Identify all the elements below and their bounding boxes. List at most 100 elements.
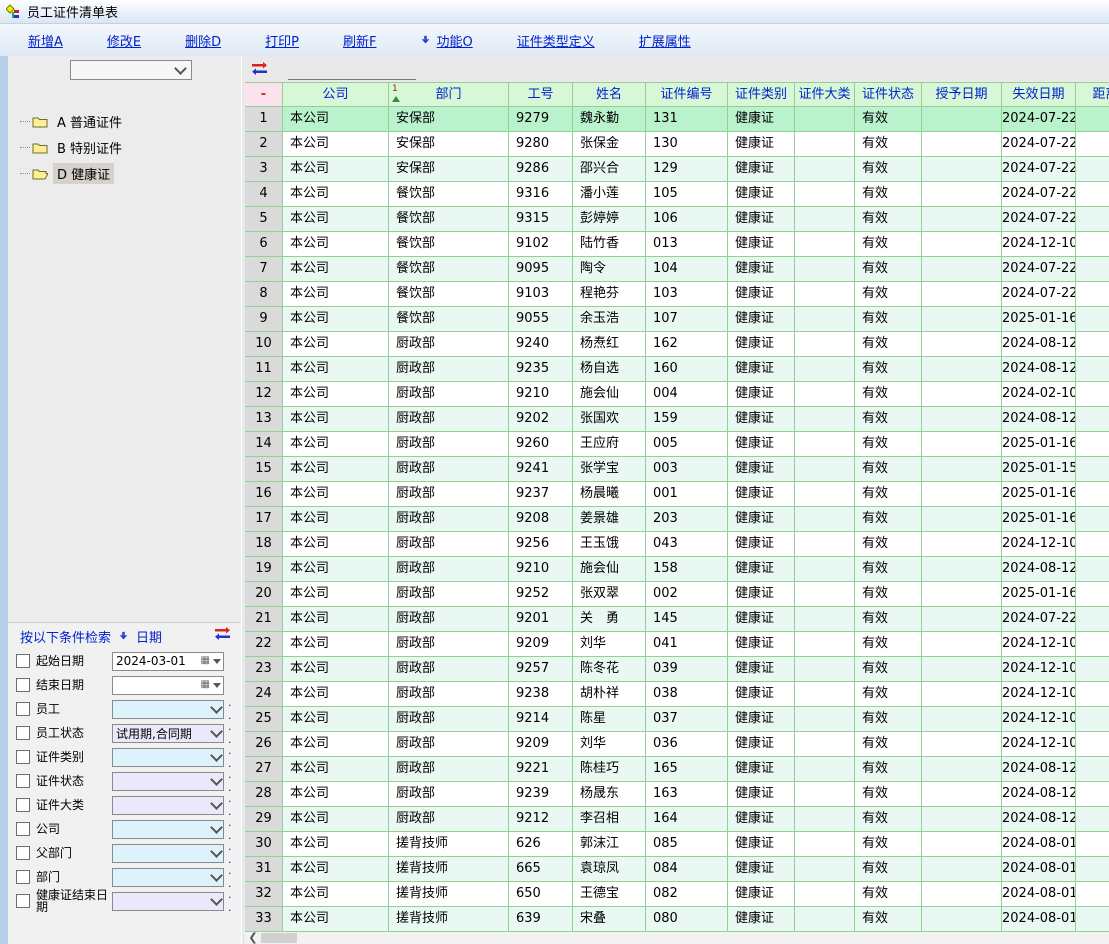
table-cell[interactable]: 餐饮部 xyxy=(389,232,509,257)
table-cell[interactable]: 2024-08-12 xyxy=(1002,357,1076,382)
table-cell[interactable] xyxy=(922,507,1002,532)
table-cell[interactable]: 健康证 xyxy=(728,157,795,182)
table-cell[interactable]: 103 xyxy=(646,282,728,307)
toolbar-button-refresh[interactable]: 刷新F xyxy=(343,31,376,50)
table-cell[interactable]: 厨政部 xyxy=(389,457,509,482)
table-cell[interactable]: 健康证 xyxy=(728,207,795,232)
table-cell[interactable]: 健康证 xyxy=(728,557,795,582)
table-cell[interactable] xyxy=(1076,157,1109,182)
column-header-证件类别[interactable]: 证件类别 xyxy=(728,82,795,107)
table-cell[interactable]: 9260 xyxy=(509,432,573,457)
tree-item-A 普通证件[interactable]: A 普通证件 xyxy=(8,108,241,134)
table-cell[interactable]: 健康证 xyxy=(728,132,795,157)
table-row[interactable]: 7本公司餐饮部9095陶令104健康证有效2024-07-22 xyxy=(245,257,1109,282)
row-number-cell[interactable]: 3 xyxy=(245,157,283,182)
table-cell[interactable]: 002 xyxy=(646,582,728,607)
column-header-工号[interactable]: 工号 xyxy=(509,82,573,107)
table-cell[interactable]: 2024-12-10 xyxy=(1002,632,1076,657)
table-cell[interactable]: 2024-08-01 xyxy=(1002,882,1076,907)
table-cell[interactable]: 健康证 xyxy=(728,457,795,482)
table-cell[interactable]: 本公司 xyxy=(283,232,389,257)
combobox-证件大类[interactable] xyxy=(112,796,224,815)
table-row[interactable]: 25本公司厨政部9214陈星037健康证有效2024-12-10 xyxy=(245,707,1109,732)
table-cell[interactable]: 2025-01-15 xyxy=(1002,457,1076,482)
date-input-起始日期[interactable]: 2024-03-01▦ xyxy=(112,652,224,671)
table-cell[interactable]: 2024-07-22 xyxy=(1002,607,1076,632)
table-cell[interactable]: 厨政部 xyxy=(389,407,509,432)
browse-dots-button[interactable]: . . xyxy=(228,744,241,770)
table-cell[interactable]: 健康证 xyxy=(728,907,795,932)
row-number-cell[interactable]: 17 xyxy=(245,507,283,532)
table-cell[interactable] xyxy=(795,507,855,532)
table-row[interactable]: 10本公司厨政部9240杨焘红162健康证有效2024-08-12 xyxy=(245,332,1109,357)
table-cell[interactable]: 本公司 xyxy=(283,457,389,482)
table-cell[interactable]: 9209 xyxy=(509,632,573,657)
table-cell[interactable]: 张国欢 xyxy=(573,407,646,432)
table-cell[interactable]: 有效 xyxy=(855,657,922,682)
table-cell[interactable]: 张双翠 xyxy=(573,582,646,607)
table-cell[interactable]: 9279 xyxy=(509,107,573,132)
table-cell[interactable]: 2025-01-16 xyxy=(1002,307,1076,332)
row-number-cell[interactable]: 32 xyxy=(245,882,283,907)
table-cell[interactable]: 本公司 xyxy=(283,582,389,607)
table-cell[interactable]: 本公司 xyxy=(283,482,389,507)
table-cell[interactable]: 有效 xyxy=(855,257,922,282)
table-cell[interactable]: 厨政部 xyxy=(389,607,509,632)
table-cell[interactable] xyxy=(1076,882,1109,907)
table-cell[interactable]: 2024-07-22 xyxy=(1002,207,1076,232)
table-cell[interactable] xyxy=(795,807,855,832)
table-cell[interactable]: 2024-12-10 xyxy=(1002,532,1076,557)
table-cell[interactable] xyxy=(795,157,855,182)
table-cell[interactable]: 本公司 xyxy=(283,132,389,157)
table-cell[interactable]: 健康证 xyxy=(728,807,795,832)
table-cell[interactable]: 安保部 xyxy=(389,132,509,157)
table-cell[interactable]: 本公司 xyxy=(283,632,389,657)
row-number-cell[interactable]: 14 xyxy=(245,432,283,457)
table-cell[interactable]: 健康证 xyxy=(728,607,795,632)
table-cell[interactable]: 有效 xyxy=(855,682,922,707)
table-cell[interactable]: 搓背技师 xyxy=(389,907,509,932)
horizontal-scrollbar[interactable]: ❮ xyxy=(245,932,1109,944)
table-cell[interactable]: 邵兴合 xyxy=(573,157,646,182)
table-cell[interactable]: 施会仙 xyxy=(573,382,646,407)
table-cell[interactable]: 129 xyxy=(646,157,728,182)
date-input-结束日期[interactable]: ▦ xyxy=(112,676,224,695)
table-cell[interactable] xyxy=(1076,507,1109,532)
table-cell[interactable] xyxy=(1076,457,1109,482)
table-cell[interactable]: 有效 xyxy=(855,607,922,632)
checkbox-公司[interactable] xyxy=(16,822,30,836)
table-cell[interactable]: 厨政部 xyxy=(389,507,509,532)
table-cell[interactable]: 有效 xyxy=(855,382,922,407)
table-cell[interactable]: 本公司 xyxy=(283,657,389,682)
table-cell[interactable]: 潘小莲 xyxy=(573,182,646,207)
toolbar-button-print[interactable]: 打印P xyxy=(265,31,299,50)
table-row[interactable]: 12本公司厨政部9210施会仙004健康证有效2024-02-10 xyxy=(245,382,1109,407)
table-cell[interactable] xyxy=(1076,182,1109,207)
table-cell[interactable] xyxy=(795,657,855,682)
table-cell[interactable]: 2024-07-22 xyxy=(1002,182,1076,207)
table-cell[interactable] xyxy=(922,432,1002,457)
table-cell[interactable] xyxy=(1076,732,1109,757)
table-cell[interactable]: 082 xyxy=(646,882,728,907)
combobox-员工[interactable] xyxy=(112,700,224,719)
table-cell[interactable] xyxy=(922,182,1002,207)
table-cell[interactable] xyxy=(922,682,1002,707)
table-cell[interactable] xyxy=(795,457,855,482)
table-cell[interactable]: 袁琼凤 xyxy=(573,857,646,882)
table-cell[interactable]: 162 xyxy=(646,332,728,357)
table-cell[interactable]: 9235 xyxy=(509,357,573,382)
row-number-cell[interactable]: 15 xyxy=(245,457,283,482)
table-cell[interactable] xyxy=(1076,282,1109,307)
table-cell[interactable]: 9286 xyxy=(509,157,573,182)
row-number-cell[interactable]: 8 xyxy=(245,282,283,307)
table-cell[interactable]: 本公司 xyxy=(283,857,389,882)
checkbox-起始日期[interactable] xyxy=(16,654,30,668)
table-cell[interactable]: 魏永勤 xyxy=(573,107,646,132)
row-number-cell[interactable]: 7 xyxy=(245,257,283,282)
table-cell[interactable]: 9240 xyxy=(509,332,573,357)
row-number-cell[interactable]: 1 xyxy=(245,107,283,132)
table-cell[interactable] xyxy=(922,832,1002,857)
table-cell[interactable] xyxy=(795,482,855,507)
table-cell[interactable]: 本公司 xyxy=(283,557,389,582)
table-cell[interactable] xyxy=(795,557,855,582)
